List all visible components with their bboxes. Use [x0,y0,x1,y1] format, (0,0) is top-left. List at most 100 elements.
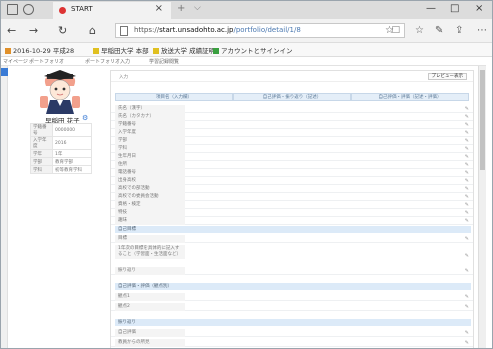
row-label: 学部 [115,137,185,145]
share-icon[interactable]: ⇪ [455,25,463,36]
favorite-icon [93,48,99,54]
edit-icon[interactable]: ✎ [465,146,469,152]
edit-icon[interactable]: ✎ [465,330,469,336]
nav-portfolio-input[interactable]: ポートフォリオ入力 [85,58,130,65]
minimize-button[interactable]: — [426,3,436,14]
favorite-link-3[interactable]: 放送大学 成績証明 [153,45,215,55]
edit-icon[interactable]: ✎ [465,294,469,300]
favorite-link-1[interactable]: 2016-10-29 平成28 [5,45,74,55]
edit-icon[interactable]: ✎ [465,162,469,168]
app-navigation: マイページ ポートフォリオ ポートフォリオ入力 学習記録閲覧 [1,57,486,66]
edit-icon[interactable]: ✎ [465,218,469,224]
edit-icon[interactable]: ✎ [465,268,469,274]
form-row: 生年月日 ✎ [111,153,473,161]
nav-mypage[interactable]: マイページ [3,58,28,65]
edit-icon[interactable]: ✎ [465,154,469,160]
close-window-button[interactable]: × [475,3,483,14]
form-row: 資格・検定 ✎ [111,201,473,209]
left-rail [1,66,8,348]
address-toolbar: ← → ↻ ⌂ https://start.unsadohto.ac.jp/po… [1,19,492,43]
edit-icon[interactable]: ✎ [465,170,469,176]
url-path: /portfolio/detail/1/8 [233,26,301,34]
preview-button[interactable]: プレビュー表示 [427,73,467,80]
page-icon [120,26,128,36]
favorite-link-2[interactable]: 早稲田大学 本部 [93,45,149,55]
form-row: 学部 ✎ [111,137,473,145]
form-row: 学籍番号 ✎ [111,121,473,129]
form-row: 学科 ✎ [111,145,473,153]
edit-icon[interactable]: ✎ [465,340,469,346]
site-favicon-icon [59,7,66,14]
nav-learning-log[interactable]: 学習記録閲覧 [149,58,179,65]
row-label: 学科 [115,145,185,153]
edit-icon[interactable]: ✎ [465,106,469,112]
url-host: start.unsadohto.ac.jp [159,26,234,34]
row-label: 高校での部活動 [115,185,185,193]
row-label: 資格・検定 [115,201,185,209]
edit-icon[interactable]: ✎ [465,178,469,184]
edit-icon[interactable]: ✎ [465,253,469,259]
address-bar[interactable]: https://start.unsadohto.ac.jp/portfolio/… [115,23,405,38]
edit-icon[interactable]: ✎ [465,236,469,242]
edit-icon[interactable]: ✎ [465,122,469,128]
column-header: 項目名（入力欄） [115,93,233,101]
form-row: 振り返り ✎ [111,267,473,275]
row-label: 趣味 [115,217,185,225]
profile-row: 学籍番号 0000000 [30,123,92,137]
tab-manager-icon[interactable] [7,4,18,15]
tab-title: START [71,5,93,13]
form-row: 自己評価 ✎ [111,329,473,337]
form-row: 特技 ✎ [111,209,473,217]
row-label: 特技 [115,209,185,217]
add-favorite-icon[interactable]: ☆ [385,25,394,36]
page-content: 早稲田 花子 ⚙ 学籍番号 0000000 入学年度 2016 学年 1年 学部 教育学… [1,66,486,348]
tab-list-chevron-icon[interactable]: ⌵ [194,3,201,13]
row-label: 出身高校 [115,177,185,185]
form-row: 氏名（漢字） ✎ [111,105,473,113]
home-button[interactable]: ⌂ [89,24,96,37]
edit-icon[interactable]: ✎ [465,130,469,136]
profile-row: 学科 初等教育学科 [30,165,92,174]
edit-icon[interactable]: ✎ [465,304,469,310]
favorite-link-4[interactable]: アカウントとサインイン [213,45,293,55]
set-aside-tabs-icon[interactable] [23,4,34,15]
favorite-icon [5,48,11,54]
tab-start[interactable]: START × [53,2,171,19]
scrollbar-thumb[interactable] [480,70,485,170]
form-row: 入学年度 ✎ [111,129,473,137]
avatar [40,70,80,114]
web-note-icon[interactable]: ✎ [435,25,443,36]
edit-icon[interactable]: ✎ [465,114,469,120]
section-header: 自己目標 [115,226,471,233]
refresh-button[interactable]: ↻ [58,24,67,37]
vertical-scrollbar[interactable] [478,66,486,348]
back-button[interactable]: ← [7,24,16,37]
menu-toggle-button[interactable] [1,68,8,76]
edit-icon[interactable]: ✎ [465,202,469,208]
row-label: 氏名（漢字） [115,105,185,113]
new-tab-icon[interactable]: + [177,3,185,14]
more-options-icon[interactable]: ⋯ [477,25,487,36]
row-label: 自己評価 [115,329,185,337]
nav-portfolio[interactable]: ポートフォリオ [29,58,64,65]
edit-icon[interactable]: ✎ [465,138,469,144]
form-row: 観点1 ✎ [111,293,473,301]
row-label: 振り返り [115,267,185,275]
close-tab-icon[interactable]: × [155,3,163,14]
row-label: 生年月日 [115,153,185,161]
forward-button[interactable]: → [29,24,38,37]
edit-icon[interactable]: ✎ [465,210,469,216]
section-header: 自己評価・評価（観点別） [115,283,471,290]
edit-icon[interactable]: ✎ [465,194,469,200]
maximize-button[interactable]: □ [450,3,459,14]
favorites-bar: 2016-10-29 平成28 早稲田大学 本部 放送大学 成績証明 アカウント… [1,43,492,57]
row-label: 観点1 [115,293,185,301]
profile-row: 学部 教育学部 [30,157,92,166]
user-settings-icon[interactable]: ⚙ [82,114,88,122]
edit-icon[interactable]: ✎ [465,186,469,192]
favorites-hub-icon[interactable]: ☆ [415,25,424,36]
profile-row: 学年 1年 [30,149,92,158]
form-row: 出身高校 ✎ [111,177,473,185]
row-label: 目標 [115,235,185,243]
form-row: 電話番号 ✎ [111,169,473,177]
